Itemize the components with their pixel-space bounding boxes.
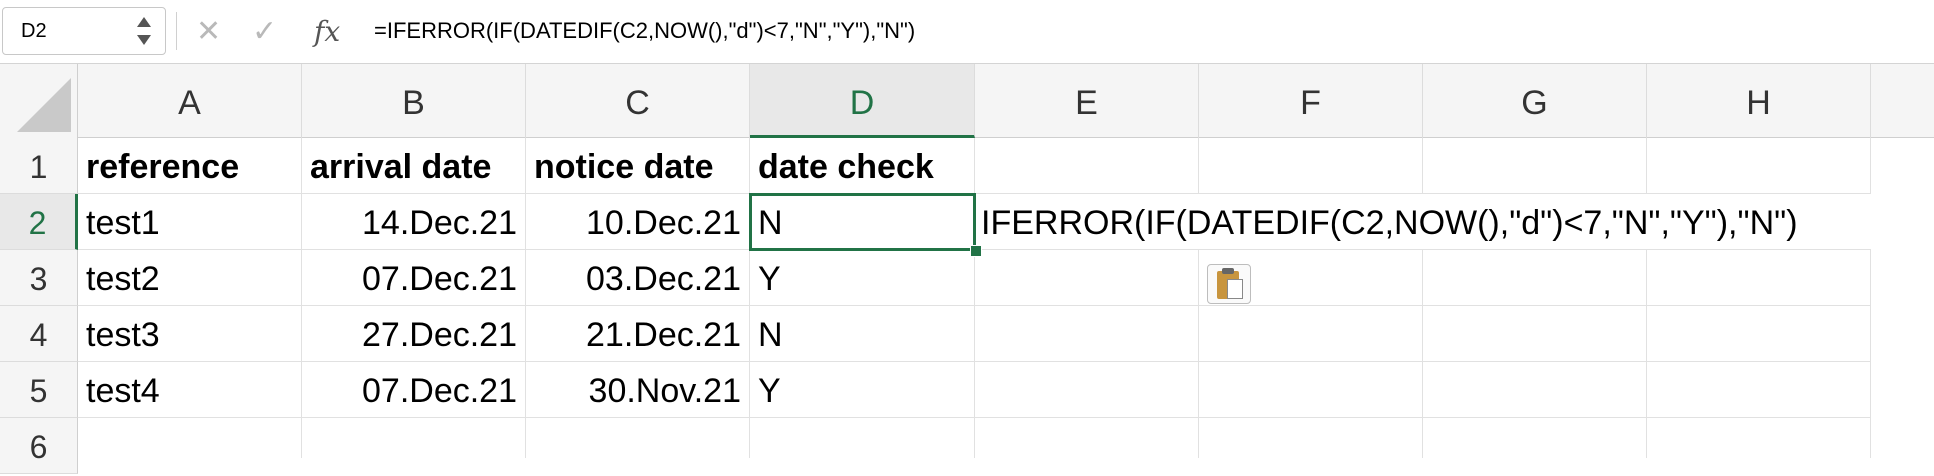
column-header-g[interactable]: G [1423,64,1647,138]
column-header-h[interactable]: H [1647,64,1871,138]
cell-a2[interactable]: test1 [78,194,302,250]
cell-h3[interactable] [1647,250,1871,306]
cell-e3[interactable] [975,250,1199,306]
formula-bar: D2 ✕ ✓ fx =IFERROR(IF(DATEDIF(C2,NOW(),"… [0,0,1934,64]
name-box-stepper-icon[interactable] [137,13,151,49]
cell-h1[interactable] [1647,138,1871,194]
cell-g6[interactable] [1423,418,1647,458]
cell-g4[interactable] [1423,306,1647,362]
cell-h5[interactable] [1647,362,1871,418]
cell-e4[interactable] [975,306,1199,362]
row-header-5[interactable]: 5 [0,362,78,418]
cell-f5[interactable] [1199,362,1423,418]
cell-a6[interactable] [78,418,302,458]
cell-e1[interactable] [975,138,1199,194]
row-header-6[interactable]: 6 [0,418,78,474]
cell-c5[interactable]: 30.Nov.21 [526,362,750,418]
cell-d6[interactable] [750,418,975,458]
column-header-d[interactable]: D [750,64,975,138]
selected-cell-outline [749,193,976,251]
column-header-e[interactable]: E [975,64,1199,138]
row-header-2[interactable]: 2 [0,194,78,250]
cell-c1[interactable]: notice date [526,138,750,194]
cell-c4[interactable]: 21.Dec.21 [526,306,750,362]
fill-handle[interactable] [970,245,982,257]
cell-c3[interactable]: 03.Dec.21 [526,250,750,306]
cell-h6[interactable] [1647,418,1871,458]
cell-g1[interactable] [1423,138,1647,194]
column-header-f[interactable]: F [1199,64,1423,138]
cell-g3[interactable] [1423,250,1647,306]
column-header-a[interactable]: A [78,64,302,138]
clipboard-icon[interactable] [1207,264,1251,304]
cell-e5[interactable] [975,362,1199,418]
name-box-value[interactable]: D2 [21,20,47,43]
column-header-c[interactable]: C [526,64,750,138]
select-all-button[interactable] [0,64,78,138]
formula-bar-divider [176,12,177,50]
cell-b4[interactable]: 27.Dec.21 [302,306,526,362]
check-icon[interactable]: ✓ [252,12,277,52]
row-header-1[interactable]: 1 [0,138,78,194]
cell-a5[interactable]: test4 [78,362,302,418]
spreadsheet-grid: A B C D E F G H 1 2 3 4 5 6 reference ar… [0,64,1934,474]
cell-d1[interactable]: date check [750,138,975,194]
cell-e6[interactable] [975,418,1199,458]
cell-d5[interactable]: Y [750,362,975,418]
cell-c6[interactable] [526,418,750,458]
fx-icon[interactable]: fx [314,12,340,52]
formula-input[interactable]: =IFERROR(IF(DATEDIF(C2,NOW(),"d")<7,"N",… [374,18,915,44]
cell-d3[interactable]: Y [750,250,975,306]
column-header-i[interactable] [1871,64,1934,138]
cell-c2[interactable]: 10.Dec.21 [526,194,750,250]
column-header-b[interactable]: B [302,64,526,138]
cell-h4[interactable] [1647,306,1871,362]
cell-e2[interactable]: IFERROR(IF(DATEDIF(C2,NOW(),"d")<7,"N","… [975,194,1871,250]
cell-d4[interactable]: N [750,306,975,362]
cell-a1[interactable]: reference [78,138,302,194]
cell-a3[interactable]: test2 [78,250,302,306]
row-header-4[interactable]: 4 [0,306,78,362]
cell-b3[interactable]: 07.Dec.21 [302,250,526,306]
cell-b5[interactable]: 07.Dec.21 [302,362,526,418]
cell-f6[interactable] [1199,418,1423,458]
cell-f4[interactable] [1199,306,1423,362]
cell-f1[interactable] [1199,138,1423,194]
cell-a4[interactable]: test3 [78,306,302,362]
cell-b2[interactable]: 14.Dec.21 [302,194,526,250]
row-header-3[interactable]: 3 [0,250,78,306]
cell-g5[interactable] [1423,362,1647,418]
cell-b1[interactable]: arrival date [302,138,526,194]
name-box[interactable]: D2 [2,7,166,55]
cell-b6[interactable] [302,418,526,458]
close-icon[interactable]: ✕ [196,12,221,52]
